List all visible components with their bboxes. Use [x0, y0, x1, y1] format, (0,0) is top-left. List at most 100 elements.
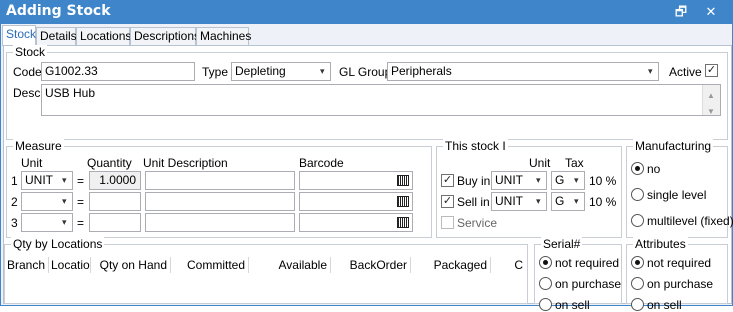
service-checkbox[interactable] — [441, 216, 454, 229]
active-checkbox[interactable]: ✓ — [705, 64, 718, 77]
measure-quantity-field[interactable]: 1.0000 — [89, 171, 141, 190]
measure-unit-select[interactable]: ▾ — [21, 192, 73, 211]
column-header-branch[interactable]: Branch — [7, 257, 49, 273]
buy-in-tax-value: G — [555, 173, 565, 187]
buy-in-checkbox[interactable]: ✓ — [441, 174, 454, 187]
attributes-on-purchase-radio[interactable] — [631, 277, 644, 290]
attributes-not-required-radio[interactable] — [631, 256, 644, 269]
service-label: Service — [457, 216, 498, 230]
tab-stock[interactable]: Stock — [2, 25, 36, 46]
chevron-down-icon: ▾ — [62, 196, 67, 206]
column-header-c[interactable]: C — [491, 257, 525, 273]
column-header-committed[interactable]: Committed — [171, 257, 249, 273]
this-stock-tax-header: Tax — [565, 156, 584, 170]
chevron-down-icon: ▾ — [320, 66, 325, 76]
serial-on-sell-radio[interactable] — [539, 298, 552, 311]
equals-sign: = — [77, 216, 85, 230]
buy-in-label: Buy in — [457, 174, 491, 188]
serial-on-purchase-label: on purchase — [555, 277, 622, 291]
measure-row-num: 3 — [11, 216, 18, 230]
column-header-location[interactable]: Locatio — [51, 257, 91, 273]
serial-not-required-label: not required — [555, 256, 620, 270]
type-value: Depleting — [235, 64, 286, 78]
manufacturing-no-label: no — [647, 162, 661, 176]
measure-unit-desc-field[interactable] — [145, 192, 295, 211]
gl-group-value: Peripherals — [391, 64, 452, 78]
attributes-on-sell-label: on sell — [647, 298, 682, 312]
serial-not-required-radio[interactable] — [539, 256, 552, 269]
measure-quantity-field[interactable] — [89, 213, 141, 232]
buy-in-tax-percent: 10 % — [589, 174, 617, 188]
tab-descriptions[interactable]: Descriptions — [130, 27, 200, 46]
attributes-group-legend: Attributes — [633, 237, 688, 251]
serial-on-purchase-radio[interactable] — [539, 277, 552, 290]
gl-group-select[interactable]: Peripherals ▾ — [387, 62, 659, 81]
type-label: Type — [202, 65, 229, 79]
sell-in-unit-value: UNIT — [495, 194, 523, 208]
sell-in-checkbox[interactable]: ✓ — [441, 195, 454, 208]
column-header-backorder[interactable]: BackOrder — [331, 257, 411, 273]
desc-scrollbar[interactable]: ▲ ▼ — [702, 85, 720, 115]
measure-quantity-field[interactable] — [89, 192, 141, 211]
window-body: Stock Details Locations Descriptions Mac… — [0, 24, 733, 312]
active-label: Active — [669, 65, 702, 79]
close-window-icon[interactable]: ✕ — [700, 3, 722, 21]
column-header-available[interactable]: Available — [249, 257, 331, 273]
this-stock-group: This stock I Unit Tax ✓ Buy in UNIT ▾ G … — [436, 139, 622, 238]
code-field[interactable]: G1002.33 — [41, 62, 195, 81]
attributes-on-purchase-label: on purchase — [647, 277, 714, 291]
attributes-group: Attributes not required on purchase on s… — [626, 237, 728, 312]
measure-barcode-field[interactable] — [299, 192, 413, 211]
manufacturing-group-legend: Manufacturing — [633, 139, 714, 153]
manufacturing-group: Manufacturing no single level multilevel… — [626, 139, 733, 238]
measure-unit-desc-field[interactable] — [145, 171, 295, 190]
buy-in-tax-select[interactable]: G ▾ — [551, 171, 585, 190]
scroll-up-icon[interactable]: ▲ — [707, 87, 715, 104]
window-title: Adding Stock — [6, 3, 111, 19]
measure-unit-select[interactable]: ▾ — [21, 213, 73, 232]
manufacturing-no-radio[interactable] — [631, 162, 644, 175]
chevron-down-icon: ▾ — [648, 66, 653, 76]
this-stock-group-legend: This stock I — [443, 139, 508, 153]
stock-group: Stock Code G1002.33 Type Depleting ▾ GL … — [6, 45, 728, 140]
measure-barcode-field[interactable] — [299, 213, 413, 232]
column-header-packaged[interactable]: Packaged — [411, 257, 491, 273]
chevron-down-icon: ▾ — [536, 196, 541, 206]
desc-field[interactable]: USB Hub ▲ ▼ — [41, 84, 721, 116]
serial-group: Serial# not required on purchase on sell — [534, 237, 622, 312]
equals-sign: = — [77, 174, 85, 188]
chevron-down-icon: ▾ — [62, 217, 67, 227]
tab-locations[interactable]: Locations — [76, 27, 131, 46]
tab-details[interactable]: Details — [36, 27, 77, 46]
serial-on-sell-label: on sell — [555, 298, 590, 312]
measure-unit-value: UNIT — [25, 173, 53, 187]
code-label: Code — [13, 65, 42, 79]
measure-quantity-header: Quantity — [87, 156, 132, 170]
tab-machines[interactable]: Machines — [196, 27, 251, 46]
sell-in-unit-select[interactable]: UNIT ▾ — [491, 192, 547, 211]
measure-barcode-header: Barcode — [299, 156, 344, 170]
barcode-icon[interactable] — [397, 217, 409, 228]
sell-in-tax-percent: 10 % — [589, 195, 617, 209]
qty-by-locations-group: Qty by Locations Branch Locatio Qty on H… — [4, 237, 528, 304]
stock-tab-panel: Stock Code G1002.33 Type Depleting ▾ GL … — [3, 45, 733, 312]
gl-group-label: GL Group — [339, 65, 392, 79]
barcode-icon[interactable] — [397, 196, 409, 207]
manufacturing-multilevel-radio[interactable] — [631, 214, 644, 227]
manufacturing-single-level-radio[interactable] — [631, 188, 644, 201]
sell-in-label: Sell in — [457, 195, 490, 209]
column-header-qty-on-hand[interactable]: Qty on Hand — [93, 257, 171, 273]
scroll-down-icon[interactable]: ▼ — [707, 103, 715, 115]
measure-row-num: 1 — [11, 174, 18, 188]
measure-group: Measure Unit Quantity Unit Description B… — [6, 139, 432, 238]
measure-barcode-field[interactable] — [299, 171, 413, 190]
measure-unit-desc-field[interactable] — [145, 213, 295, 232]
attributes-on-sell-radio[interactable] — [631, 298, 644, 311]
measure-unit-header: Unit — [21, 156, 43, 170]
restore-window-icon[interactable]: 🗗 — [670, 3, 692, 21]
sell-in-tax-select[interactable]: G ▾ — [551, 192, 585, 211]
buy-in-unit-select[interactable]: UNIT ▾ — [491, 171, 547, 190]
barcode-icon[interactable] — [397, 175, 409, 186]
measure-unit-select[interactable]: UNIT ▾ — [21, 171, 73, 190]
type-select[interactable]: Depleting ▾ — [231, 62, 331, 81]
